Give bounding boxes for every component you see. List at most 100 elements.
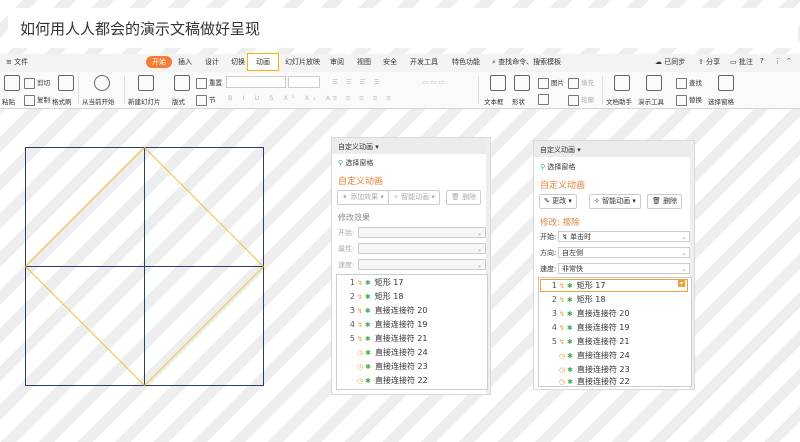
paste-icon[interactable] <box>4 75 20 91</box>
start-select[interactable]: ⌄ <box>358 227 486 238</box>
list-item[interactable]: 3 ↯ ✱ 直接连接符 20 <box>547 308 630 319</box>
list-item[interactable]: ◷ ✱ 直接连接符 23 <box>345 361 428 372</box>
help-icon[interactable]: ? <box>760 57 764 65</box>
fill-icon <box>568 77 579 89</box>
tab-view[interactable]: 视图 <box>357 57 371 67</box>
collapse-icon[interactable]: ⌃ <box>786 57 792 65</box>
tab-slideshow[interactable]: 幻灯片放映 <box>285 57 320 67</box>
smart-animation-button[interactable]: ✧ 智能动画 ▾ <box>589 194 641 209</box>
replace-button[interactable]: 替换 <box>676 94 702 106</box>
select-pane-link[interactable]: ⚲ 选择窗格 <box>338 158 373 168</box>
trash-icon: 🗑 <box>451 193 463 201</box>
select-pane-button[interactable]: 选择窗格 <box>708 96 734 106</box>
brush-icon[interactable] <box>58 75 74 91</box>
tab-devtools[interactable]: 开发工具 <box>410 57 438 67</box>
align-buttons[interactable]: ≡ ≡ ≡ ≡ ≡ <box>332 94 395 102</box>
presenter-icon[interactable] <box>646 75 662 91</box>
speed-select[interactable]: ⌄ <box>358 259 486 270</box>
effect-star-icon: ✱ <box>365 349 371 357</box>
search-box[interactable]: ⌕ 查找命令、搜索模板 <box>492 57 561 67</box>
comment-button[interactable]: ▭ 批注 <box>730 57 753 67</box>
tab-design[interactable]: 设计 <box>205 57 219 67</box>
tab-features[interactable]: 特色功能 <box>452 57 480 67</box>
tab-animation[interactable]: 动画 <box>247 53 279 71</box>
textbox-icon[interactable] <box>490 75 506 91</box>
textbox-button[interactable]: 文本框 <box>484 96 504 106</box>
add-effect-button[interactable]: ✦ 添加效果 ▾ <box>337 190 389 205</box>
smart-animation-button[interactable]: ✧ 智能动画 ▾ <box>388 190 440 205</box>
find-button[interactable]: 查找 <box>676 77 702 89</box>
from-current-button[interactable]: 从当前开始 <box>82 96 115 106</box>
more-icon[interactable]: ⋮ <box>774 57 781 65</box>
presenter-button[interactable]: 演示工具 <box>638 96 664 106</box>
tab-security[interactable]: 安全 <box>383 57 397 67</box>
tab-file[interactable]: ≡ 文件 <box>6 57 28 67</box>
doc-helper-icon[interactable] <box>614 75 630 91</box>
tab-insert[interactable]: 插入 <box>178 57 192 67</box>
property-select[interactable]: ⌄ <box>358 243 486 254</box>
speed-select[interactable]: 非常快 ⌄ <box>558 263 690 274</box>
outline-button[interactable]: 轮廓 <box>568 94 594 106</box>
reset-button[interactable]: 重置 <box>196 77 222 89</box>
select-pane-icon[interactable] <box>718 75 734 91</box>
share-icon: ⇪ <box>698 58 707 66</box>
speed-label: 速度: <box>338 261 355 269</box>
new-slide-button[interactable]: 新建幻灯片 <box>128 96 161 106</box>
list-item[interactable]: ◷ ✱ 直接连接符 23 <box>547 364 630 375</box>
start-label: 开始: <box>540 233 557 241</box>
mouse-icon: ↯ <box>559 282 565 290</box>
list-item[interactable]: 5 ↯ ✱ 直接连接符 21 <box>345 333 428 344</box>
replace-icon <box>676 94 687 106</box>
shape-button[interactable]: 形状 <box>512 96 525 106</box>
list-item[interactable]: ◷ ✱ 直接连接符 24 <box>547 350 630 361</box>
chevron-down-icon: ⌄ <box>476 246 482 253</box>
delete-button[interactable]: 🗑 删除 <box>446 190 482 205</box>
shape-icon[interactable] <box>514 75 530 91</box>
fill-button[interactable]: 填充 <box>568 77 594 89</box>
sync-status[interactable]: ☁ 已同步 <box>655 57 685 67</box>
list-item[interactable]: ◷ ✱ 直接连接符 22 <box>345 375 428 386</box>
list-item[interactable]: 4 ↯ ✱ 直接连接符 19 <box>345 319 428 330</box>
list-item[interactable]: ◷ ✱ 直接连接符 22 <box>547 376 630 386</box>
divider <box>478 76 479 104</box>
copy-icon <box>24 94 35 106</box>
start-select[interactable]: ↯ 单击时 ⌄ <box>558 231 690 242</box>
list-item[interactable]: 2 ↯ ✱ 矩形 18 <box>345 291 404 302</box>
font-name-select[interactable] <box>226 76 286 88</box>
list-item[interactable]: 4 ↯ ✱ 直接连接符 19 <box>547 322 630 333</box>
paste-button[interactable]: 粘贴 <box>2 96 15 106</box>
paragraph-buttons[interactable]: ☰ ☰ ☰ ☰ <box>332 78 383 86</box>
delete-button[interactable]: 🗑 删除 <box>647 194 683 209</box>
clock-icon: ◷ <box>559 352 566 360</box>
list-item-selected[interactable]: 1 ↯ ✱ 矩形 17 ▾ <box>540 279 688 292</box>
mouse-icon: ↯ <box>559 296 565 304</box>
select-pane-link[interactable]: ⚲ 选择窗格 <box>540 162 575 172</box>
list-item[interactable]: 3 ↯ ✱ 直接连接符 20 <box>345 305 428 316</box>
list-item[interactable]: 1 ↯ ✱ 矩形 17 <box>345 277 404 288</box>
dropdown-arrow-icon[interactable]: ▾ <box>677 280 685 287</box>
list-item[interactable]: 2 ↯ ✱ 矩形 18 <box>547 294 606 305</box>
section-button[interactable]: 节 <box>196 94 216 106</box>
layout-icon[interactable] <box>174 75 190 91</box>
cut-button[interactable]: 剪切 <box>24 77 50 89</box>
list-item[interactable]: ◷ ✱ 直接连接符 24 <box>345 347 428 358</box>
copy-button[interactable]: 复制 <box>24 94 50 106</box>
table-button[interactable] <box>538 94 551 105</box>
change-button[interactable]: ✎ 更改 ▾ <box>539 194 577 209</box>
tab-review[interactable]: 审阅 <box>330 57 344 67</box>
new-slide-icon[interactable] <box>138 75 154 91</box>
tab-transition[interactable]: 切换 <box>231 57 245 67</box>
textbox-style-buttons[interactable]: ▭ ▭ ▭ <box>422 78 445 86</box>
layout-button[interactable]: 版式 <box>172 96 185 106</box>
play-icon[interactable] <box>94 75 110 91</box>
list-item[interactable]: 5 ↯ ✱ 直接连接符 21 <box>547 336 630 347</box>
doc-helper-button[interactable]: 文档助手 <box>606 96 632 106</box>
font-size-select[interactable] <box>288 76 320 88</box>
diamond-edge-bottom-left <box>25 266 145 386</box>
share-button[interactable]: ⇪ 分享 <box>698 57 720 67</box>
tab-home[interactable]: 开始 <box>146 56 172 68</box>
picture-button[interactable]: 图片 <box>538 77 564 89</box>
format-painter-button[interactable]: 格式刷 <box>52 96 72 106</box>
font-style-buttons[interactable]: B I U S X² X₂ A <box>228 94 334 102</box>
direction-select[interactable]: 自左侧 ⌄ <box>558 247 690 258</box>
